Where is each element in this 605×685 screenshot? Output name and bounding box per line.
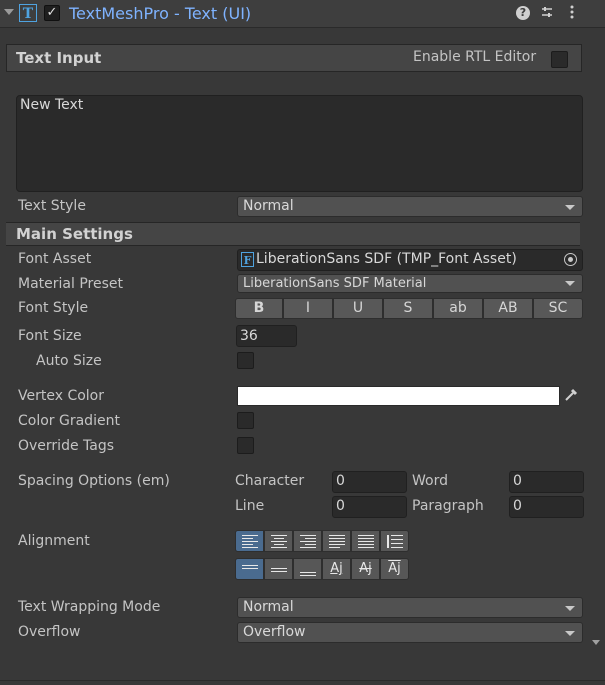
spacing-options-label: Spacing Options (em) (18, 473, 170, 489)
word-spacing-label: Word (412, 473, 448, 489)
font-style-smallcaps-button[interactable]: SC (533, 298, 583, 319)
enable-rtl-label: Enable RTL Editor (413, 49, 537, 65)
font-style-bold-button[interactable]: B (235, 298, 283, 319)
text-input-area[interactable] (16, 95, 583, 192)
overflow-dropdown[interactable]: Overflow (237, 622, 583, 643)
align-geometry-center-button[interactable] (380, 530, 409, 552)
align-center-button[interactable] (264, 530, 293, 552)
material-preset-dropdown[interactable]: LiberationSans SDF Material (237, 274, 583, 293)
font-style-strikethrough-button[interactable]: S (383, 298, 433, 319)
align-baseline-icon: Aj (330, 561, 343, 576)
word-spacing-value: 0 (513, 473, 522, 489)
align-middle-icon (271, 563, 287, 575)
align-capline-icon: Aj (388, 561, 401, 576)
font-asset-value: LiberationSans SDF (TMP_Font Asset) (256, 251, 517, 267)
align-capline-button[interactable]: Aj (380, 558, 409, 580)
text-style-dropdown[interactable]: Normal (237, 196, 583, 217)
align-right-button[interactable] (293, 530, 322, 552)
align-flush-button[interactable] (351, 530, 380, 552)
help-icon[interactable]: ? (516, 6, 530, 20)
align-midline-button[interactable]: Aj (351, 558, 380, 580)
eyedropper-icon[interactable] (563, 387, 579, 407)
text-wrapping-label: Text Wrapping Mode (18, 599, 161, 615)
auto-size-checkbox[interactable] (237, 352, 254, 369)
overflow-value: Overflow (243, 624, 306, 640)
align-middle-button[interactable] (264, 558, 293, 580)
context-menu-icon[interactable] (569, 5, 575, 23)
alignment-label: Alignment (18, 533, 90, 549)
align-midline-icon: Aj (359, 561, 372, 576)
font-asset-icon: F (241, 252, 254, 267)
align-geometry-center-icon (387, 535, 403, 548)
align-bottom-icon (300, 563, 316, 576)
material-preset-label: Material Preset (18, 276, 123, 292)
textmeshpro-component-icon: T (19, 4, 37, 22)
line-spacing-value: 0 (336, 498, 345, 514)
character-spacing-label: Character (235, 473, 305, 489)
overflow-label: Overflow (18, 624, 81, 640)
text-style-label: Text Style (18, 198, 86, 214)
color-gradient-checkbox[interactable] (237, 412, 254, 429)
font-style-uppercase-button[interactable]: AB (483, 298, 533, 319)
override-tags-label: Override Tags (18, 438, 115, 454)
font-asset-label: Font Asset (18, 251, 92, 267)
character-spacing-value: 0 (336, 473, 345, 489)
foldout-arrow-icon[interactable] (4, 9, 14, 15)
component-enabled-checkbox[interactable]: ✓ (44, 5, 60, 21)
font-style-lowercase-button[interactable]: ab (433, 298, 483, 319)
font-style-label: Font Style (18, 300, 89, 316)
bottom-divider (0, 680, 605, 681)
font-size-label: Font Size (18, 328, 82, 344)
chevron-down-icon (565, 606, 575, 611)
align-justified-button[interactable] (322, 530, 351, 552)
object-picker-icon[interactable] (564, 253, 577, 266)
line-spacing-label: Line (235, 498, 265, 514)
font-style-underline-button[interactable]: U (333, 298, 383, 319)
vertex-color-swatch[interactable] (237, 386, 560, 406)
chevron-down-icon (565, 631, 575, 636)
main-settings-title: Main Settings (16, 225, 133, 243)
text-wrapping-dropdown[interactable]: Normal (237, 597, 583, 618)
material-preset-value: LiberationSans SDF Material (243, 276, 427, 291)
presets-icon[interactable] (540, 5, 554, 23)
align-baseline-button[interactable]: Aj (322, 558, 351, 580)
align-left-button[interactable] (235, 530, 264, 552)
font-size-value: 36 (240, 328, 258, 344)
align-left-icon (242, 535, 258, 548)
override-tags-checkbox[interactable] (237, 437, 254, 454)
align-top-icon (242, 563, 258, 575)
align-bottom-button[interactable] (293, 558, 322, 580)
color-gradient-label: Color Gradient (18, 413, 120, 429)
paragraph-spacing-label: Paragraph (412, 498, 484, 514)
font-style-italic-button[interactable]: I (283, 298, 333, 319)
scroll-down-arrow-icon[interactable] (592, 640, 600, 645)
text-input-value: New Text (20, 97, 84, 113)
align-flush-icon (358, 535, 374, 548)
chevron-down-icon (565, 281, 575, 286)
align-right-icon (300, 535, 316, 548)
align-justified-icon (329, 535, 345, 548)
paragraph-spacing-value: 0 (513, 498, 522, 514)
auto-size-label: Auto Size (36, 353, 102, 369)
text-style-value: Normal (243, 198, 294, 214)
align-top-button[interactable] (235, 558, 264, 580)
align-center-icon (271, 535, 287, 548)
component-title: TextMeshPro - Text (UI) (69, 4, 252, 23)
enable-rtl-checkbox[interactable] (551, 51, 568, 68)
vertex-color-label: Vertex Color (18, 388, 105, 404)
text-input-section-title: Text Input (16, 49, 102, 67)
chevron-down-icon (565, 205, 575, 210)
text-wrapping-value: Normal (243, 599, 294, 615)
